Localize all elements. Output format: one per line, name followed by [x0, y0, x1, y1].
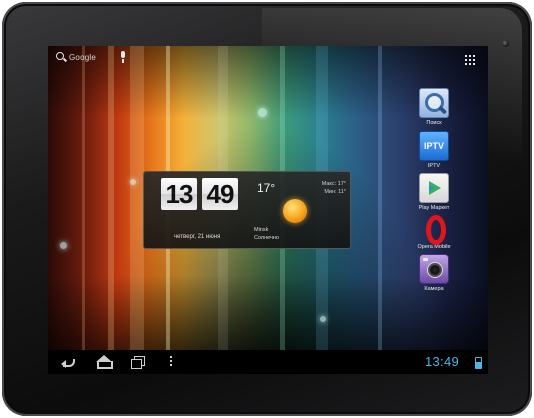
system-navigation-bar: 13:49	[48, 350, 488, 374]
recent-apps-icon[interactable]	[130, 355, 146, 369]
app-play-market[interactable]: Play Маркет	[412, 173, 456, 211]
app-iptv[interactable]: IPTV IPTV	[412, 131, 456, 169]
widget-date: четверг, 21 июня	[174, 234, 221, 240]
status-clock[interactable]: 13:49	[425, 354, 459, 369]
wallpaper-stripe	[82, 46, 85, 374]
clock-weather-widget[interactable]: 13 49 17° Макс: 17° Мин: 11° четверг, 21…	[143, 171, 351, 249]
google-search-label: Google	[69, 52, 96, 62]
tablet-device: Google 13 49 17° Макс: 17° Мин: 11° четв…	[2, 2, 532, 416]
temperature-low: Мин: 11°	[324, 189, 346, 195]
home-icon[interactable]	[96, 355, 113, 369]
voice-search-icon[interactable]	[120, 51, 126, 63]
menu-icon[interactable]	[170, 356, 173, 368]
temperature-range: Макс: 17° Мин: 11°	[310, 180, 346, 196]
search-icon	[56, 52, 66, 62]
front-camera	[502, 40, 509, 47]
app-label: IPTV	[427, 163, 441, 169]
iptv-icon: IPTV	[419, 131, 449, 161]
app-label: Камера	[424, 286, 444, 292]
clock-minutes: 49	[202, 178, 238, 210]
battery-icon[interactable]	[475, 357, 482, 369]
app-label: Поиск	[426, 120, 442, 126]
current-temperature: 17°	[257, 181, 276, 195]
camera-icon	[419, 254, 449, 284]
app-label: Play Маркет	[418, 205, 450, 211]
wallpaper-stripe	[378, 46, 382, 374]
search-icon	[419, 88, 449, 118]
wallpaper-particle	[130, 179, 136, 185]
temperature-high: Макс: 17°	[321, 181, 346, 187]
wallpaper-particle	[60, 242, 67, 249]
app-search[interactable]: Поиск	[412, 88, 456, 126]
play-market-icon	[419, 173, 449, 203]
screen: Google 13 49 17° Макс: 17° Мин: 11° четв…	[48, 46, 488, 374]
app-opera-mobile[interactable]: Opera Mobile	[412, 214, 456, 250]
clock-hours: 13	[161, 178, 197, 210]
google-search-bar[interactable]: Google	[56, 52, 96, 62]
wallpaper-particle	[258, 108, 267, 117]
wallpaper-particle	[320, 316, 326, 322]
weather-condition: Солнечно	[254, 235, 279, 241]
wallpaper-stripe	[108, 46, 114, 374]
sun-icon	[283, 199, 307, 223]
opera-icon	[420, 214, 448, 245]
app-camera[interactable]: Камера	[412, 254, 456, 292]
back-icon[interactable]	[61, 355, 77, 369]
all-apps-icon[interactable]	[465, 55, 475, 65]
wallpaper-stripe	[130, 46, 144, 374]
widget-city: Minsk	[254, 227, 269, 233]
